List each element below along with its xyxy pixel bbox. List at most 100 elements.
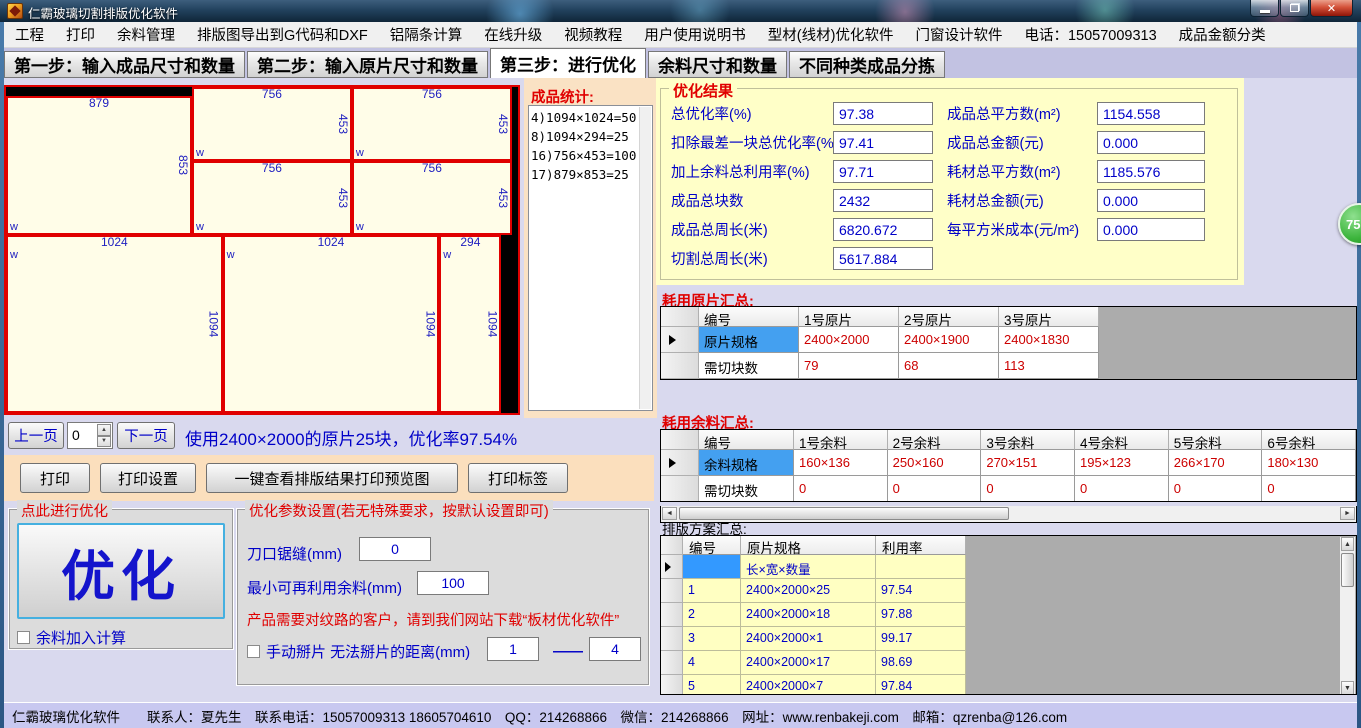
page-number-spinner[interactable]: 0 ▲▼ [67,422,113,449]
menu-item[interactable]: 排版图导出到G代码和DXF [186,22,379,47]
manual-break-checkbox[interactable] [247,645,260,658]
plan-col-header[interactable]: 编号 [683,536,741,555]
spinner-down-icon[interactable]: ▼ [97,436,111,448]
plan-rate-cell[interactable]: 97.84 [876,675,966,695]
result-value-input[interactable] [1097,189,1205,212]
stat-item[interactable]: 16)756×453=100 [531,146,652,165]
print-button-2[interactable]: 一键查看排版结果打印预览图 [206,463,458,493]
glass-piece[interactable]: 756453w [192,161,352,235]
grid-value-cell[interactable]: 79 [799,353,899,379]
grid-value-cell[interactable]: 180×130 [1262,450,1356,476]
stats-scrollbar[interactable] [639,107,651,409]
plan-spec-cell[interactable]: 2400×2000×7 [741,675,876,695]
vscroll-thumb[interactable] [1341,553,1354,587]
result-value-input[interactable] [833,218,933,241]
menu-item[interactable]: 铝隔条计算 [379,22,474,47]
stat-item[interactable]: 8)1094×294=25 [531,127,652,146]
break-range-to-input[interactable] [589,637,641,661]
glass-piece[interactable]: 10241094w [6,235,223,413]
menu-item[interactable]: 门窗设计软件 [904,22,1013,47]
grid-value-cell[interactable]: 68 [899,353,999,379]
prev-page-button[interactable]: 上一页 [8,422,64,449]
plan-rate-cell[interactable]: 97.54 [876,579,966,603]
scroll-right-icon[interactable]: ► [1340,507,1355,520]
grid-col-header[interactable]: 1号原片 [799,307,899,327]
grid-col-header[interactable]: 3号余料 [981,430,1075,450]
grid-value-cell[interactable]: 0 [1075,476,1169,502]
tab-item[interactable]: 第一步：输入成品尺寸和数量 [4,51,245,78]
menu-item[interactable]: 成品金额分类 [1168,22,1277,47]
glass-piece[interactable]: 756453w [192,87,352,161]
glass-piece[interactable]: 756453w [352,161,512,235]
result-value-input[interactable] [833,102,933,125]
grid-name-cell[interactable]: 原片规格 [699,327,799,353]
result-value-input[interactable] [833,247,933,270]
optimize-button[interactable]: 优化 [17,523,225,619]
minimize-button[interactable] [1250,0,1279,17]
plan-col-header[interactable]: 原片规格 [741,536,876,555]
print-button-0[interactable]: 打印 [20,463,90,493]
kerf-input[interactable] [359,537,431,561]
next-page-button[interactable]: 下一页 [117,422,175,449]
plan-id-cell[interactable] [683,555,741,579]
menu-item[interactable]: 工程 [4,22,55,47]
plan-col-header[interactable]: 利用率 [876,536,966,555]
menu-item[interactable]: 型材(线材)优化软件 [757,22,905,47]
grid-value-cell[interactable]: 2400×1830 [999,327,1099,353]
stat-item[interactable]: 4)1094×1024=50 [531,108,652,127]
scroll-down-icon[interactable]: ▼ [1341,681,1354,695]
restore-button[interactable] [1280,0,1309,17]
break-range-from-input[interactable] [487,637,539,661]
menu-item[interactable]: 视频教程 [553,22,633,47]
plan-id-cell[interactable]: 3 [683,627,741,651]
result-value-input[interactable] [1097,131,1205,154]
support-badge[interactable]: 75 [1338,203,1361,245]
min-leftover-input[interactable] [417,571,489,595]
grid-value-cell[interactable]: 195×123 [1075,450,1169,476]
leftover-hscrollbar[interactable]: ◄ ► [660,506,1357,523]
stat-item[interactable]: 17)879×853=25 [531,165,652,184]
grid-value-cell[interactable]: 0 [1169,476,1263,502]
menu-item[interactable]: 打印 [55,22,106,47]
result-value-input[interactable] [833,160,933,183]
glass-piece[interactable]: 756453w [352,87,512,161]
grid-value-cell[interactable]: 270×151 [981,450,1075,476]
tab-item[interactable]: 余料尺寸和数量 [648,51,787,78]
glass-piece[interactable]: 879853w [6,96,192,235]
grid-value-cell[interactable]: 0 [888,476,982,502]
menu-item[interactable]: 电话：15057009313 [1013,22,1167,47]
close-button[interactable]: ✕ [1310,0,1353,17]
tab-item[interactable]: 第二步：输入原片尺寸和数量 [247,51,488,78]
grid-col-header[interactable]: 2号原片 [899,307,999,327]
grid-value-cell[interactable]: 0 [1262,476,1356,502]
spinner-up-icon[interactable]: ▲ [97,424,111,436]
grid-value-cell[interactable]: 113 [999,353,1099,379]
plan-spec-cell[interactable]: 2400×2000×25 [741,579,876,603]
tab-item[interactable]: 不同种类成品分拣 [789,51,945,78]
cutting-layout-diagram[interactable]: 879853w756453w756453w756453w756453w10241… [4,85,520,415]
result-value-input[interactable] [1097,102,1205,125]
glass-piece[interactable]: 10241094w [223,235,440,413]
result-value-input[interactable] [1097,218,1205,241]
grid-value-cell[interactable]: 2400×2000 [799,327,899,353]
grid-col-header[interactable]: 1号余料 [794,430,888,450]
plan-spec-cell[interactable]: 2400×2000×18 [741,603,876,627]
grid-col-header[interactable]: 2号余料 [888,430,982,450]
plan-rate-cell[interactable] [876,555,966,579]
print-button-3[interactable]: 打印标签 [468,463,568,493]
grid-col-header[interactable]: 4号余料 [1075,430,1169,450]
plan-vscrollbar[interactable]: ▲ ▼ [1340,537,1355,695]
result-value-input[interactable] [833,189,933,212]
grid-col-header[interactable]: 6号余料 [1262,430,1356,450]
plan-spec-cell[interactable]: 2400×2000×17 [741,651,876,675]
grid-value-cell[interactable]: 250×160 [888,450,982,476]
grid-value-cell[interactable]: 266×170 [1169,450,1263,476]
result-value-input[interactable] [1097,160,1205,183]
menu-item[interactable]: 余料管理 [106,22,186,47]
leftover-include-checkbox[interactable] [17,631,30,644]
plan-spec-cell[interactable]: 长×宽×数量 [741,555,876,579]
plan-spec-cell[interactable]: 2400×2000×1 [741,627,876,651]
grid-value-cell[interactable]: 0 [981,476,1075,502]
menu-item[interactable]: 用户使用说明书 [633,22,757,47]
grid-name-cell[interactable]: 需切块数 [699,353,799,379]
